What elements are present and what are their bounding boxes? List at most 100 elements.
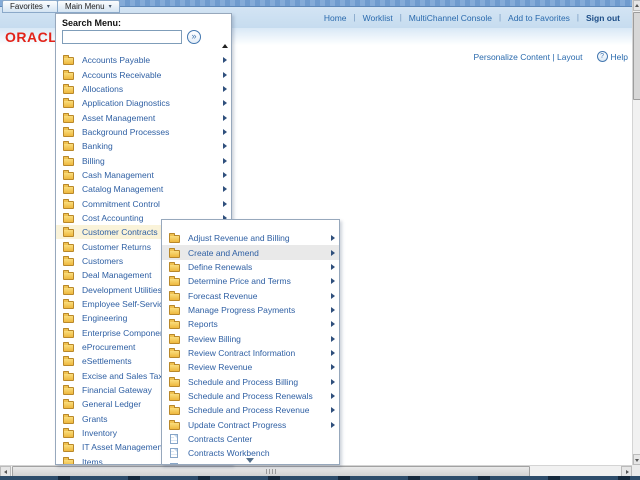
- vertical-scrollbar-thumb[interactable]: [633, 12, 640, 100]
- menu-item-cash-management[interactable]: Cash Management: [56, 168, 231, 182]
- menu-item-commitment-control[interactable]: Commitment Control: [56, 196, 231, 210]
- menu-item-background-processes[interactable]: Background Processes: [56, 125, 231, 139]
- menu-item-label: Customers: [82, 256, 123, 266]
- tab-favorites[interactable]: Favorites ▾: [2, 0, 58, 13]
- menu-item-review-revenue[interactable]: Review Revenue: [162, 360, 339, 374]
- submenu-arrow-icon: [223, 186, 227, 192]
- folder-icon: [169, 422, 180, 430]
- submenu-arrow-icon: [223, 201, 227, 207]
- menu-item-allocations[interactable]: Allocations: [56, 82, 231, 96]
- scrollbar-down-button[interactable]: [633, 454, 640, 465]
- menu-item-label: Contracts Workbench: [188, 448, 270, 458]
- layout-link[interactable]: Layout: [557, 52, 583, 62]
- folder-icon: [169, 307, 180, 315]
- menu-item-define-renewals[interactable]: Define Renewals: [162, 260, 339, 274]
- menu-item-determine-price-and-terms[interactable]: Determine Price and Terms: [162, 274, 339, 288]
- search-row: »: [62, 30, 231, 44]
- vertical-scrollbar[interactable]: [632, 0, 640, 465]
- document-icon: [170, 463, 178, 465]
- menu-item-label: Cash Management: [82, 170, 154, 180]
- submenu-arrow-icon: [331, 307, 335, 313]
- menu-item-banking[interactable]: Banking: [56, 139, 231, 153]
- menu-item-catalog-management[interactable]: Catalog Management: [56, 182, 231, 196]
- menu-item-label: Adjust Revenue and Billing: [188, 233, 290, 243]
- chevron-down-icon: ▾: [109, 4, 112, 10]
- menu-item-label: Allocations: [82, 84, 123, 94]
- folder-icon: [63, 215, 74, 223]
- menu-item-contracts-center[interactable]: Contracts Center: [162, 432, 339, 446]
- menu-item-schedule-and-process-billing[interactable]: Schedule and Process Billing: [162, 374, 339, 388]
- menu-item-label: Customer Contracts: [82, 227, 158, 237]
- nav-link-worklist[interactable]: Worklist: [363, 13, 393, 23]
- menu-item-update-contract-progress[interactable]: Update Contract Progress: [162, 417, 339, 431]
- horizontal-scrollbar[interactable]: [0, 465, 632, 476]
- folder-icon: [63, 86, 74, 94]
- personalize-content-layout-links[interactable]: Personalize Content | Layout: [473, 52, 582, 62]
- search-go-icon[interactable]: »: [187, 30, 201, 44]
- help-label: Help: [611, 52, 628, 62]
- menu-item-adjust-revenue-and-billing[interactable]: Adjust Revenue and Billing: [162, 231, 339, 245]
- menu-item-accounts-payable[interactable]: Accounts Payable: [56, 53, 231, 67]
- menu-item-review-billing[interactable]: Review Billing: [162, 331, 339, 345]
- menu-item-manage-progress-payments[interactable]: Manage Progress Payments: [162, 303, 339, 317]
- submenu-arrow-icon: [223, 158, 227, 164]
- submenu-arrow-icon: [331, 250, 335, 256]
- menu-item-application-diagnostics[interactable]: Application Diagnostics: [56, 96, 231, 110]
- tab-main-menu[interactable]: Main Menu ▾: [57, 0, 120, 13]
- submenu-arrow-icon: [331, 321, 335, 327]
- submenu-list: Adjust Revenue and Billing Create and Ame…: [162, 220, 339, 465]
- menu-item-label: Determine Price and Terms: [188, 276, 291, 286]
- menu-item-label: Schedule and Process Renewals: [188, 391, 313, 401]
- sign-out-link[interactable]: Sign out: [586, 13, 620, 23]
- folder-icon: [63, 229, 74, 237]
- scrollbar-corner: [632, 465, 640, 476]
- menu-item-label: Commitment Control: [82, 199, 160, 209]
- right-arrow-icon: [626, 470, 629, 474]
- menu-item-review-contract-information[interactable]: Review Contract Information: [162, 346, 339, 360]
- nav-link-multichannel-console[interactable]: MultiChannel Console: [409, 13, 492, 23]
- folder-icon: [169, 379, 180, 387]
- help-icon: ?: [597, 51, 608, 62]
- folder-icon: [63, 373, 74, 381]
- tab-main-menu-label: Main Menu: [65, 2, 105, 11]
- menu-item-label: Application Diagnostics: [82, 98, 170, 108]
- menu-item-schedule-and-process-revenue[interactable]: Schedule and Process Revenue: [162, 403, 339, 417]
- submenu-arrow-icon: [223, 172, 227, 178]
- scroll-down-icon[interactable]: [246, 458, 254, 463]
- menu-item-schedule-and-process-renewals[interactable]: Schedule and Process Renewals: [162, 389, 339, 403]
- menu-item-forecast-revenue[interactable]: Forecast Revenue: [162, 288, 339, 302]
- menu-item-label: Customer Returns: [82, 242, 151, 252]
- taskbar-strip: [0, 476, 640, 480]
- help-link[interactable]: ? Help: [597, 51, 628, 62]
- menu-item-label: Cost Accounting: [82, 213, 143, 223]
- menu-item-label: Accounts Payable: [82, 55, 150, 65]
- scroll-up-icon[interactable]: [222, 44, 228, 48]
- menu-item-asset-management[interactable]: Asset Management: [56, 110, 231, 124]
- submenu-arrow-icon: [223, 129, 227, 135]
- chevron-down-icon: ▾: [47, 4, 50, 10]
- menu-item-label: Create and Amend: [188, 248, 259, 258]
- nav-link-add-to-favorites[interactable]: Add to Favorites: [508, 13, 570, 23]
- search-menu-label: Search Menu:: [62, 18, 231, 28]
- folder-icon: [63, 201, 74, 209]
- nav-link-home[interactable]: Home: [324, 13, 347, 23]
- nav-separator: |: [499, 13, 501, 22]
- menu-item-accounts-receivable[interactable]: Accounts Receivable: [56, 67, 231, 81]
- submenu-arrow-icon: [331, 350, 335, 356]
- menu-item-billing[interactable]: Billing: [56, 153, 231, 167]
- menu-item-label: eProcurement: [82, 342, 135, 352]
- menu-item-label: Items: [82, 457, 103, 464]
- menu-search-input[interactable]: [62, 30, 182, 44]
- scrollbar-up-button[interactable]: [633, 0, 640, 11]
- menu-item-label: Forecast Revenue: [188, 291, 257, 301]
- menu-item-label: Reports: [188, 319, 218, 329]
- tab-favorites-label: Favorites: [10, 2, 43, 11]
- folder-icon: [63, 301, 74, 309]
- menu-item-label: Review Contract Information: [188, 348, 295, 358]
- up-arrow-icon: [635, 4, 639, 7]
- menu-item-reports[interactable]: Reports: [162, 317, 339, 331]
- personalize-content-link[interactable]: Personalize Content: [473, 52, 550, 62]
- menu-item-create-and-amend[interactable]: Create and Amend: [162, 245, 339, 259]
- submenu-arrow-icon: [331, 235, 335, 241]
- menu-item-label: Employee Self-Service: [82, 299, 168, 309]
